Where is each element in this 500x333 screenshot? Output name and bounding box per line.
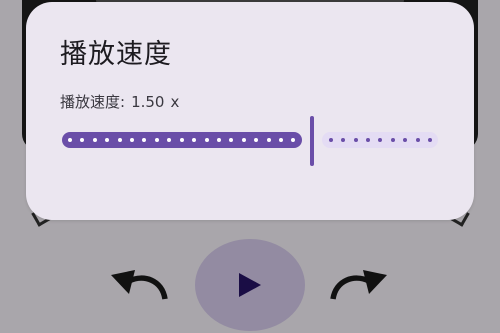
rewind-button[interactable] xyxy=(106,266,170,306)
slider-tick xyxy=(204,138,209,142)
slider-tick xyxy=(266,138,271,142)
slider-tick xyxy=(365,138,370,142)
slider-tick xyxy=(117,138,122,142)
slider-tick xyxy=(390,138,395,142)
speed-unit: x xyxy=(170,93,180,111)
slider-tick xyxy=(179,138,184,142)
slider-tick xyxy=(353,138,358,142)
slider-tick xyxy=(92,138,97,142)
speed-slider[interactable] xyxy=(62,116,438,166)
rewind-icon xyxy=(111,270,168,300)
slider-tick xyxy=(216,138,221,142)
slider-tick xyxy=(241,138,246,142)
dialog-title: 播放速度 xyxy=(60,39,172,70)
speed-readout: 播放速度: 1.50 x xyxy=(60,91,179,112)
slider-tick xyxy=(328,138,333,142)
slider-tick xyxy=(428,138,432,142)
speed-value: 1.50 xyxy=(131,93,165,111)
play-button[interactable] xyxy=(195,239,305,331)
slider-tick xyxy=(68,138,72,142)
play-icon xyxy=(239,273,261,297)
slider-tick xyxy=(154,138,159,142)
playback-speed-dialog: 播放速度 播放速度: 1.50 x xyxy=(26,2,474,220)
slider-tick xyxy=(279,138,284,142)
fast-forward-button[interactable] xyxy=(328,266,392,306)
slider-thumb[interactable] xyxy=(310,116,314,166)
slider-tick xyxy=(415,138,420,142)
fast-forward-icon xyxy=(330,270,387,300)
speed-label: 播放速度: xyxy=(60,93,126,111)
